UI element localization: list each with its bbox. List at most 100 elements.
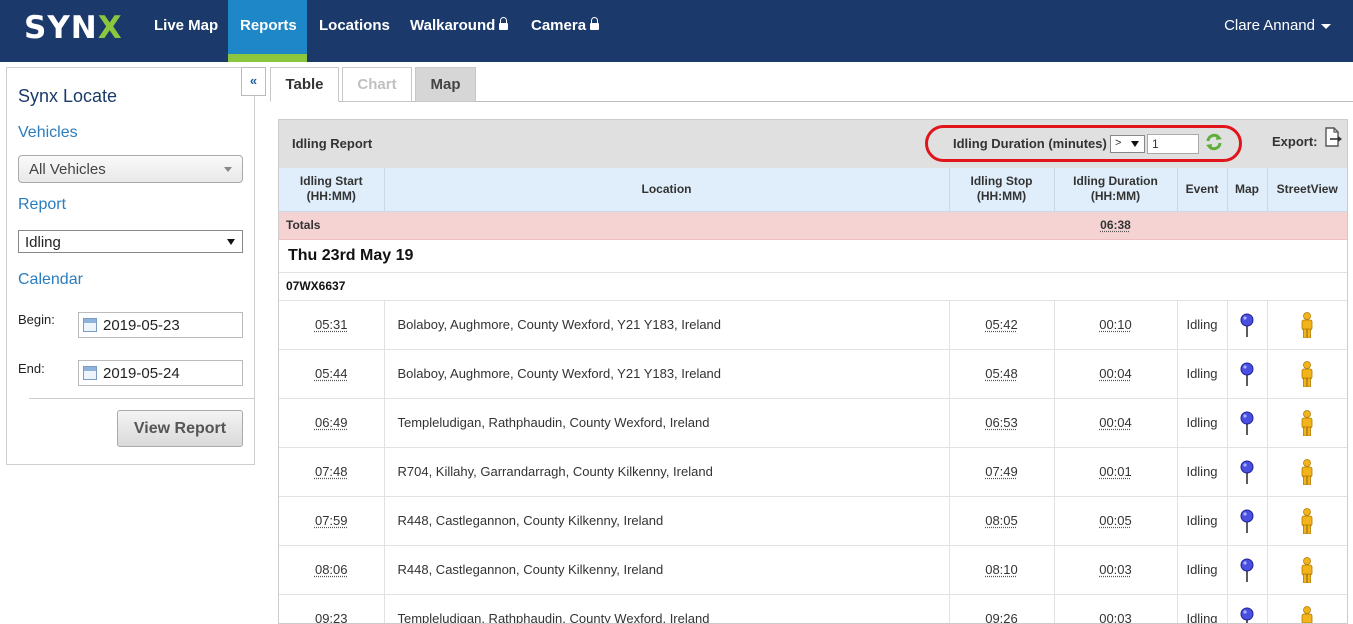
map-pin-icon[interactable] (1240, 607, 1254, 624)
stop-cell: 08:05 (949, 496, 1055, 546)
collapse-panel-button[interactable]: « (241, 67, 266, 96)
idling-duration[interactable]: 00:04 (1099, 366, 1132, 381)
idling-start-time[interactable]: 05:44 (315, 366, 348, 381)
tab-map[interactable]: Map (415, 67, 476, 102)
report-type-select[interactable]: Idling (18, 230, 243, 253)
filter-operator-select[interactable]: > (1110, 135, 1145, 153)
stop-cell: 07:49 (949, 447, 1055, 497)
streetview-person-icon[interactable] (1300, 507, 1314, 534)
calendar-icon (83, 318, 97, 332)
idling-stop-time[interactable]: 05:48 (985, 366, 1018, 381)
export-label: Export: (1272, 134, 1318, 149)
export-icon[interactable] (1324, 127, 1342, 147)
start-cell: 08:06 (279, 545, 385, 595)
streetview-cell (1267, 349, 1347, 399)
streetview-person-icon[interactable] (1300, 458, 1314, 485)
end-date-value: 2019-05-24 (103, 365, 180, 382)
location-cell: Templeludigan, Rathphaudin, County Wexfo… (384, 594, 950, 623)
tab-table[interactable]: Table (270, 67, 339, 102)
idling-stop-time[interactable]: 08:10 (985, 562, 1018, 577)
nav-reports-label: Reports (240, 17, 297, 34)
streetview-person-icon[interactable] (1300, 311, 1314, 338)
idling-start-time[interactable]: 06:49 (315, 415, 348, 430)
nav-live-map[interactable]: Live Map (142, 0, 230, 62)
idling-stop-time[interactable]: 09:26 (985, 611, 1018, 623)
nav-walkaround[interactable]: Walkaround (398, 0, 520, 62)
stop-cell: 09:26 (949, 594, 1055, 623)
idling-duration[interactable]: 00:05 (1099, 513, 1132, 528)
col-map[interactable]: Map (1227, 168, 1268, 212)
idling-duration[interactable]: 00:03 (1099, 562, 1132, 577)
idling-duration[interactable]: 00:03 (1099, 611, 1132, 623)
idling-start-time[interactable]: 07:59 (315, 513, 348, 528)
col-event[interactable]: Event (1177, 168, 1228, 212)
totals-cell (384, 211, 949, 240)
streetview-person-icon[interactable] (1300, 556, 1314, 583)
begin-date-input[interactable]: 2019-05-23 (78, 312, 243, 338)
nav-walkaround-label: Walkaround (410, 17, 496, 34)
col-idling-stop[interactable]: Idling Stop (HH:MM) (949, 168, 1055, 212)
event-cell: Idling (1177, 398, 1228, 448)
col-idling-start[interactable]: Idling Start (HH:MM) (279, 168, 385, 212)
panel-title: Synx Locate (18, 86, 118, 106)
stop-cell: 05:42 (949, 300, 1055, 350)
duration-cell: 00:03 (1054, 545, 1178, 595)
vehicles-select[interactable]: All Vehicles (18, 155, 243, 183)
map-pin-icon[interactable] (1240, 411, 1254, 435)
location-cell: R448, Castlegannon, County Kilkenny, Ire… (384, 545, 950, 595)
idling-start-time[interactable]: 08:06 (315, 562, 348, 577)
streetview-person-icon[interactable] (1300, 409, 1314, 436)
streetview-cell (1267, 496, 1347, 546)
col-location[interactable]: Location (384, 168, 950, 212)
nav-locations-label: Locations (319, 17, 390, 34)
nav-camera[interactable]: Camera (519, 0, 611, 62)
view-report-button[interactable]: View Report (117, 410, 243, 447)
date-heading: Thu 23rd May 19 (279, 239, 1347, 273)
idling-stop-time[interactable]: 06:53 (985, 415, 1018, 430)
idling-duration[interactable]: 00:10 (1099, 317, 1132, 332)
calendar-icon (83, 366, 97, 380)
idling-start-time[interactable]: 07:48 (315, 464, 348, 479)
map-pin-icon[interactable] (1240, 313, 1254, 337)
duration-cell: 00:04 (1054, 398, 1178, 448)
streetview-person-icon[interactable] (1300, 360, 1314, 387)
col-streetview[interactable]: StreetView (1267, 168, 1347, 212)
refresh-icon[interactable] (1204, 132, 1224, 152)
map-cell (1227, 545, 1268, 595)
table-row: 09:23 Templeludigan, Rathphaudin, County … (279, 594, 1347, 624)
col-idling-duration[interactable]: Idling Duration (HH:MM) (1054, 168, 1178, 212)
location-cell: Bolaboy, Aughmore, County Wexford, Y21 Y… (384, 300, 950, 350)
idling-duration[interactable]: 00:01 (1099, 464, 1132, 479)
event-cell: Idling (1177, 300, 1228, 350)
synx-logo[interactable]: SYN X (24, 10, 123, 46)
vehicle-group-row: 07WX6637 (279, 272, 1347, 301)
map-pin-icon[interactable] (1240, 509, 1254, 533)
nav-locations[interactable]: Locations (307, 0, 402, 62)
idling-stop-time[interactable]: 08:05 (985, 513, 1018, 528)
begin-date-value: 2019-05-23 (103, 317, 180, 334)
filter-minutes-input[interactable]: 1 (1147, 134, 1199, 154)
stop-cell: 08:10 (949, 545, 1055, 595)
user-menu[interactable]: Clare Annand (1224, 0, 1331, 52)
nav-reports[interactable]: Reports (228, 0, 307, 62)
map-pin-icon[interactable] (1240, 362, 1254, 386)
end-date-input[interactable]: 2019-05-24 (78, 360, 243, 386)
idling-stop-time[interactable]: 05:42 (985, 317, 1018, 332)
idling-start-time[interactable]: 09:23 (315, 611, 348, 623)
map-pin-icon[interactable] (1240, 558, 1254, 582)
streetview-cell (1267, 447, 1347, 497)
event-cell: Idling (1177, 594, 1228, 623)
tab-chart[interactable]: Chart (342, 67, 412, 102)
streetview-person-icon[interactable] (1300, 605, 1314, 624)
begin-label: Begin: (18, 312, 55, 327)
idling-stop-time[interactable]: 07:49 (985, 464, 1018, 479)
duration-cell: 00:05 (1054, 496, 1178, 546)
idling-duration[interactable]: 00:04 (1099, 415, 1132, 430)
location-cell: Templeludigan, Rathphaudin, County Wexfo… (384, 398, 950, 448)
map-cell (1227, 349, 1268, 399)
totals-duration[interactable]: 06:38 (1100, 218, 1131, 232)
streetview-cell (1267, 398, 1347, 448)
map-pin-icon[interactable] (1240, 460, 1254, 484)
totals-cell (1177, 211, 1227, 240)
idling-start-time[interactable]: 05:31 (315, 317, 348, 332)
